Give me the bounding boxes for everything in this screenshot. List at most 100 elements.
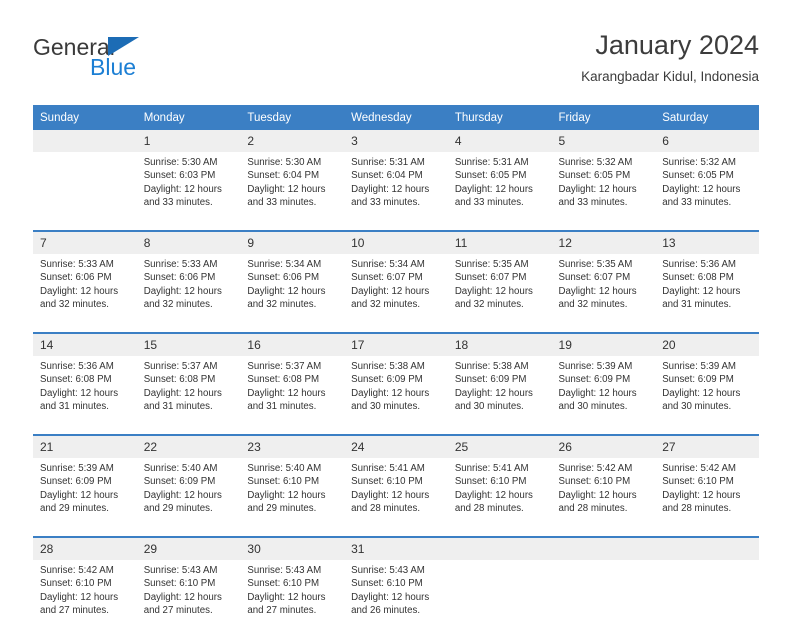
day-info-cell[interactable]: Sunrise: 5:32 AM Sunset: 6:05 PM Dayligh… — [655, 152, 759, 224]
daylight-text-line2: and 32 minutes. — [40, 299, 109, 311]
day-number-cell[interactable]: 13 — [655, 232, 759, 254]
day-info-cell[interactable] — [655, 560, 759, 632]
day-info-cell[interactable]: Sunrise: 5:42 AM Sunset: 6:10 PM Dayligh… — [655, 458, 759, 530]
day-info-cell[interactable]: Sunrise: 5:43 AM Sunset: 6:10 PM Dayligh… — [344, 560, 448, 632]
day-number-cell[interactable] — [447, 538, 552, 560]
daylight-text-line2: and 30 minutes. — [351, 401, 421, 413]
day-info-cell[interactable]: Sunrise: 5:30 AM Sunset: 6:03 PM Dayligh… — [136, 152, 241, 224]
day-number-cell[interactable]: 14 — [33, 334, 137, 356]
day-info-cell[interactable]: Sunrise: 5:34 AM Sunset: 6:06 PM Dayligh… — [240, 254, 345, 326]
weekday-header-thursday: Thursday — [447, 105, 552, 130]
weekday-header-monday: Monday — [136, 105, 241, 130]
day-number-cell[interactable]: 27 — [655, 436, 759, 458]
day-number-cell[interactable] — [33, 130, 137, 152]
day-number-cell[interactable]: 30 — [240, 538, 345, 560]
day-info-cell[interactable]: Sunrise: 5:36 AM Sunset: 6:08 PM Dayligh… — [33, 356, 137, 428]
day-info-cell[interactable]: Sunrise: 5:33 AM Sunset: 6:06 PM Dayligh… — [136, 254, 241, 326]
logo-word-blue: Blue — [90, 54, 137, 80]
sunrise-text: Sunrise: 5:31 AM — [454, 157, 529, 168]
day-number-cell[interactable]: 10 — [344, 232, 448, 254]
day-info-cell[interactable]: Sunrise: 5:39 AM Sunset: 6:09 PM Dayligh… — [655, 356, 759, 428]
day-info-cell[interactable] — [551, 560, 656, 632]
day-number-cell[interactable]: 22 — [136, 436, 241, 458]
day-number-cell[interactable]: 5 — [551, 130, 656, 152]
day-number-cell[interactable]: 18 — [447, 334, 552, 356]
day-number-cell[interactable] — [551, 538, 656, 560]
day-number-cell[interactable]: 29 — [136, 538, 241, 560]
daylight-text-line1: Daylight: 12 hours — [247, 489, 326, 501]
day-info-cell[interactable]: Sunrise: 5:31 AM Sunset: 6:05 PM Dayligh… — [447, 152, 552, 224]
sunrise-text: Sunrise: 5:42 AM — [662, 463, 736, 474]
day-info-cell[interactable]: Sunrise: 5:39 AM Sunset: 6:09 PM Dayligh… — [551, 356, 656, 428]
day-info-cell[interactable]: Sunrise: 5:33 AM Sunset: 6:06 PM Dayligh… — [33, 254, 137, 326]
calendar-page: General Blue January 2024 Karangbadar Ki… — [0, 0, 792, 632]
day-number-cell[interactable]: 21 — [33, 436, 137, 458]
day-info-cell[interactable]: Sunrise: 5:38 AM Sunset: 6:09 PM Dayligh… — [447, 356, 552, 428]
day-info-cell[interactable]: Sunrise: 5:35 AM Sunset: 6:07 PM Dayligh… — [447, 254, 552, 326]
daylight-text-line1: Daylight: 12 hours — [351, 591, 430, 603]
day-number-cell[interactable]: 16 — [240, 334, 345, 356]
day-number-cell[interactable]: 8 — [136, 232, 241, 254]
day-number-cell[interactable]: 23 — [240, 436, 345, 458]
day-info-cell[interactable]: Sunrise: 5:38 AM Sunset: 6:09 PM Dayligh… — [344, 356, 448, 428]
day-info-cell[interactable]: Sunrise: 5:31 AM Sunset: 6:04 PM Dayligh… — [344, 152, 448, 224]
day-info-cell[interactable] — [447, 560, 552, 632]
day-info-cell[interactable]: Sunrise: 5:34 AM Sunset: 6:07 PM Dayligh… — [344, 254, 448, 326]
title-block: January 2024 Karangbadar Kidul, Indonesi… — [581, 28, 759, 87]
day-info-cell[interactable]: Sunrise: 5:42 AM Sunset: 6:10 PM Dayligh… — [33, 560, 137, 632]
day-info-cell[interactable]: Sunrise: 5:35 AM Sunset: 6:07 PM Dayligh… — [551, 254, 656, 326]
day-number-cell[interactable]: 6 — [655, 130, 759, 152]
daylight-text-line1: Daylight: 12 hours — [143, 285, 222, 297]
day-number-cell[interactable]: 26 — [551, 436, 656, 458]
daylight-text-line1: Daylight: 12 hours — [558, 489, 637, 501]
day-number-cell[interactable]: 24 — [344, 436, 448, 458]
day-info-cell[interactable]: Sunrise: 5:43 AM Sunset: 6:10 PM Dayligh… — [240, 560, 345, 632]
sunset-text: Sunset: 6:10 PM — [662, 476, 734, 488]
day-info-cell[interactable]: Sunrise: 5:41 AM Sunset: 6:10 PM Dayligh… — [447, 458, 552, 530]
day-number-cell[interactable]: 2 — [240, 130, 345, 152]
day-info-cell[interactable] — [33, 152, 137, 224]
day-number-cell[interactable]: 28 — [33, 538, 137, 560]
day-number-cell[interactable]: 15 — [136, 334, 241, 356]
day-number-cell[interactable]: 3 — [344, 130, 448, 152]
day-info-cell[interactable]: Sunrise: 5:41 AM Sunset: 6:10 PM Dayligh… — [344, 458, 448, 530]
day-info-cell[interactable]: Sunrise: 5:37 AM Sunset: 6:08 PM Dayligh… — [136, 356, 241, 428]
day-number-cell[interactable]: 17 — [344, 334, 448, 356]
daylight-text-line2: and 32 minutes. — [558, 299, 628, 311]
day-number-cell[interactable]: 7 — [33, 232, 137, 254]
sunrise-text: Sunrise: 5:33 AM — [40, 259, 114, 270]
day-info-cell[interactable]: Sunrise: 5:43 AM Sunset: 6:10 PM Dayligh… — [136, 560, 241, 632]
day-number-cell[interactable]: 9 — [240, 232, 345, 254]
day-info-cell[interactable]: Sunrise: 5:42 AM Sunset: 6:10 PM Dayligh… — [551, 458, 656, 530]
sunset-text: Sunset: 6:06 PM — [40, 272, 112, 284]
weekday-header-saturday: Saturday — [655, 105, 759, 130]
day-number-cell[interactable]: 20 — [655, 334, 759, 356]
sunrise-text: Sunrise: 5:37 AM — [143, 361, 218, 372]
sunrise-text: Sunrise: 5:41 AM — [351, 463, 425, 474]
day-number-cell[interactable]: 19 — [551, 334, 656, 356]
day-info-cell[interactable]: Sunrise: 5:39 AM Sunset: 6:09 PM Dayligh… — [33, 458, 137, 530]
day-number-cell[interactable] — [655, 538, 759, 560]
day-number-cell[interactable]: 1 — [136, 130, 241, 152]
day-number-cell[interactable]: 25 — [447, 436, 552, 458]
sunrise-text: Sunrise: 5:32 AM — [558, 157, 633, 168]
week-5-daynum-row: 28 29 30 31 — [33, 538, 759, 560]
day-info-cell[interactable]: Sunrise: 5:32 AM Sunset: 6:05 PM Dayligh… — [551, 152, 656, 224]
daylight-text-line1: Daylight: 12 hours — [143, 183, 222, 195]
day-number-cell[interactable]: 31 — [344, 538, 448, 560]
sunset-text: Sunset: 6:10 PM — [558, 476, 631, 488]
day-info-cell[interactable]: Sunrise: 5:40 AM Sunset: 6:10 PM Dayligh… — [240, 458, 345, 530]
daylight-text-line1: Daylight: 12 hours — [454, 489, 533, 501]
sunrise-text: Sunrise: 5:33 AM — [143, 259, 218, 270]
day-number-cell[interactable]: 12 — [551, 232, 656, 254]
sunrise-text: Sunrise: 5:39 AM — [558, 361, 633, 372]
sunset-text: Sunset: 6:09 PM — [454, 374, 527, 386]
daylight-text-line1: Daylight: 12 hours — [40, 387, 119, 399]
day-info-cell[interactable]: Sunrise: 5:30 AM Sunset: 6:04 PM Dayligh… — [240, 152, 345, 224]
weekday-header-wednesday: Wednesday — [344, 105, 448, 130]
day-number-cell[interactable]: 11 — [447, 232, 552, 254]
day-number-cell[interactable]: 4 — [447, 130, 552, 152]
day-info-cell[interactable]: Sunrise: 5:37 AM Sunset: 6:08 PM Dayligh… — [240, 356, 345, 428]
day-info-cell[interactable]: Sunrise: 5:36 AM Sunset: 6:08 PM Dayligh… — [655, 254, 759, 326]
day-info-cell[interactable]: Sunrise: 5:40 AM Sunset: 6:09 PM Dayligh… — [136, 458, 241, 530]
